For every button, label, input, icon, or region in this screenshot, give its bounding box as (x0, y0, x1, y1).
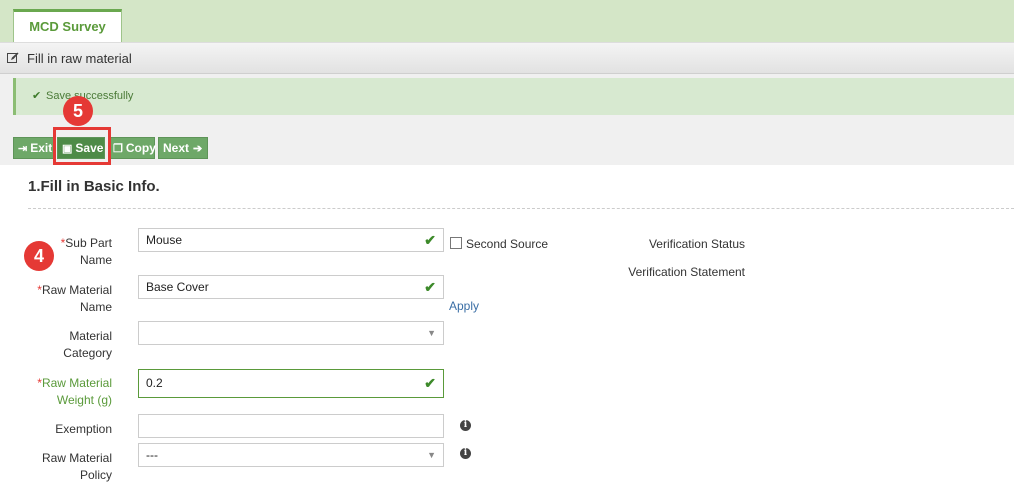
apply-link[interactable]: Apply (449, 299, 479, 313)
section-divider (28, 208, 1014, 209)
page-title-bar: Fill in raw material (0, 42, 1014, 74)
sign-out-icon: ⇥ (18, 143, 28, 155)
copy-icon: ❐ (113, 143, 123, 155)
raw-material-weight-value: 0.2 (146, 376, 163, 390)
copy-button-label: Copy (125, 141, 156, 155)
second-source-label: Second Source (466, 237, 549, 251)
caret-down-icon: ▼ (427, 450, 436, 460)
exemption-input[interactable] (138, 414, 444, 438)
sub-part-name-input[interactable]: Mouse ✔ (138, 228, 444, 252)
raw-material-name-input[interactable]: Base Cover ✔ (138, 275, 444, 299)
check-icon: ✔ (32, 90, 42, 102)
next-button-label: Next (163, 141, 190, 155)
verification-statement-label: Verification Statement (628, 265, 745, 279)
next-button[interactable]: Next ➔ (158, 137, 208, 159)
raw-material-name-label: *Raw Material Name (37, 283, 112, 314)
exit-button[interactable]: ⇥ Exit (13, 137, 54, 159)
copy-button[interactable]: ❐ Copy (108, 137, 156, 159)
second-source-checkbox[interactable] (450, 237, 462, 249)
material-category-select[interactable]: ▼ (138, 321, 444, 345)
raw-material-name-value: Base Cover (146, 280, 209, 294)
top-tab-bar: MCD Survey (0, 0, 1014, 42)
check-icon: ✔ (424, 279, 436, 295)
material-category-label: Material Category (63, 329, 112, 360)
caret-down-icon: ▼ (427, 328, 436, 338)
tab-mcd-survey[interactable]: MCD Survey (13, 9, 122, 42)
raw-material-policy-value: --- (146, 448, 158, 462)
exit-button-label: Exit (30, 141, 53, 155)
raw-material-policy-select[interactable]: --- ▼ (138, 443, 444, 467)
page-title: Fill in raw material (27, 51, 132, 66)
edit-icon (7, 52, 19, 63)
info-circle-icon[interactable]: i (460, 420, 471, 431)
save-highlight-box (53, 127, 111, 165)
verification-status-label: Verification Status (648, 237, 745, 251)
exemption-label: Exemption (55, 422, 112, 436)
raw-material-policy-label: Raw Material Policy (41, 451, 112, 482)
check-icon: ✔ (424, 232, 436, 248)
check-icon: ✔ (424, 375, 436, 391)
raw-material-weight-label: *Raw Material Weight (g) (37, 376, 112, 407)
sub-part-name-value: Mouse (146, 233, 183, 247)
sub-part-name-label: *Sub Part Name (60, 236, 112, 267)
step-badge-5: 5 (63, 96, 93, 126)
raw-material-weight-input[interactable]: 0.2 ✔ (138, 369, 444, 398)
section-title: 1.Fill in Basic Info. (28, 178, 160, 195)
arrow-right-icon: ➔ (193, 143, 203, 155)
success-alert: ✔ Save successfully (13, 78, 1014, 115)
info-circle-icon[interactable]: i (460, 448, 471, 459)
